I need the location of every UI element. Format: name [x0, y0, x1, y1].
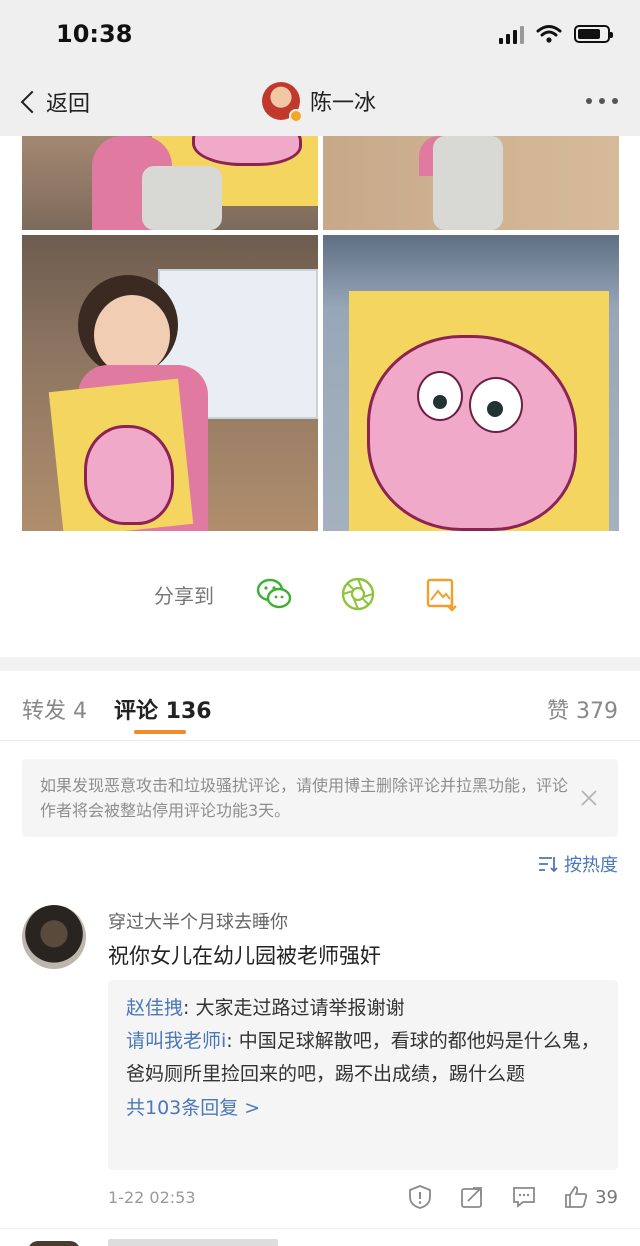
apron	[142, 166, 222, 230]
elephant-drawing	[84, 425, 174, 525]
next-comment-placeholder	[108, 1239, 278, 1246]
save-image-icon[interactable]	[422, 574, 462, 614]
status-time: 10:38	[56, 20, 133, 48]
tab-likes[interactable]: 赞 379	[547, 693, 618, 725]
sort-icon	[539, 857, 558, 873]
reply-item: 赵佳拽: 大家走过路过请举报谢谢	[126, 992, 600, 1025]
nav-user-name[interactable]: 陈一冰	[310, 85, 376, 117]
reply-preview[interactable]: 赵佳拽: 大家走过路过请举报谢谢 请叫我老师i: 中国足球解散吧，看球的都他妈是…	[108, 980, 618, 1170]
moments-icon[interactable]	[338, 574, 378, 614]
comment-avatar[interactable]	[22, 905, 86, 969]
reply-item: 请叫我老师i: 中国足球解散吧，看球的都他妈是什么鬼，爸妈厕所里捡回来的吧，踢不…	[126, 1025, 600, 1091]
like-icon[interactable]	[563, 1184, 589, 1210]
comment-text: 祝你女儿在幼儿园被老师强奸	[108, 944, 381, 968]
avatar[interactable]	[262, 82, 303, 123]
reply-username[interactable]: 请叫我老师i	[126, 1030, 226, 1052]
top-bar: 10:38 返回 陈一冰	[0, 0, 640, 136]
wechat-icon[interactable]	[254, 574, 294, 614]
tab-reposts[interactable]: 转发 4	[22, 693, 87, 725]
comment-time: 1-22 02:53	[108, 1188, 196, 1207]
elephant-pupil	[487, 401, 503, 417]
reply-icon[interactable]	[511, 1184, 537, 1210]
reply-text: : 大家走过路过请举报谢谢	[183, 997, 405, 1019]
like-count: 39	[595, 1186, 618, 1208]
comment-username[interactable]: 穿过大半个月球去睡你	[108, 908, 288, 934]
repost-icon[interactable]	[459, 1184, 485, 1210]
post-photo-4[interactable]	[323, 235, 619, 531]
share-row: 分享到	[154, 574, 506, 614]
chevron-left-icon	[20, 90, 44, 114]
more-replies-link[interactable]: 共103条回复 >	[126, 1093, 600, 1120]
back-label: 返回	[46, 92, 91, 117]
next-comment-avatar	[28, 1241, 80, 1246]
child-face	[94, 295, 170, 375]
wifi-icon	[536, 25, 562, 43]
elephant-drawing	[367, 335, 577, 531]
more-options-icon[interactable]	[586, 98, 618, 104]
verified-badge-icon	[289, 109, 303, 123]
active-tab-indicator	[134, 730, 186, 734]
post-photo-2[interactable]	[323, 136, 619, 230]
comment-notice: 如果发现恶意攻击和垃圾骚扰评论，请使用博主删除评论并拉黑功能，评论作者将会被整站…	[22, 759, 618, 837]
section-divider	[0, 657, 640, 671]
tab-comments[interactable]: 评论 136	[114, 693, 212, 725]
close-icon[interactable]	[580, 789, 598, 807]
notice-text: 如果发现恶意攻击和垃圾骚扰评论，请使用博主删除评论并拉黑功能，评论作者将会被整站…	[40, 776, 569, 820]
post-photo-1[interactable]	[22, 136, 318, 230]
signal-icon	[499, 24, 524, 44]
nav-user[interactable]: 陈一冰	[262, 82, 376, 123]
sort-label: 按热度	[564, 855, 618, 876]
elephant-pupil	[433, 395, 447, 409]
post-photo-3[interactable]	[22, 235, 318, 531]
interaction-tabs: 转发 4 评论 136 赞 379	[0, 671, 640, 741]
next-comment-peek	[0, 1228, 640, 1246]
battery-icon	[574, 25, 613, 43]
reply-username[interactable]: 赵佳拽	[126, 997, 183, 1019]
comment-actions: 39	[381, 1184, 618, 1210]
sort-button[interactable]: 按热度	[538, 851, 618, 877]
apron	[433, 136, 503, 230]
share-label: 分享到	[154, 583, 214, 608]
status-icons	[499, 24, 613, 44]
report-icon[interactable]	[407, 1184, 433, 1210]
back-button[interactable]: 返回	[18, 86, 90, 118]
